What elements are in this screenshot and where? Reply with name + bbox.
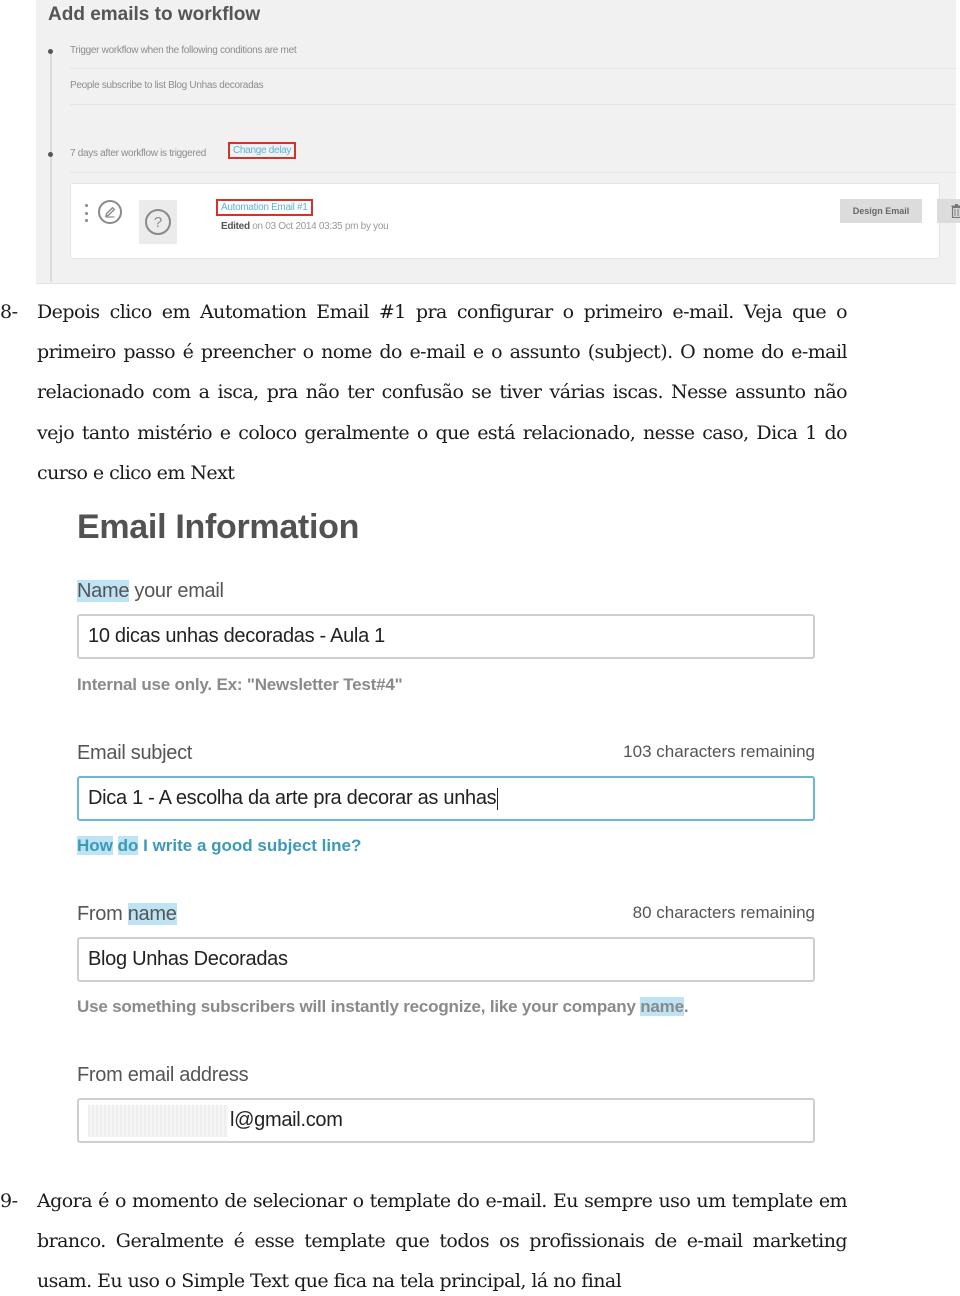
link-space <box>113 836 118 855</box>
email-name-input[interactable]: 10 dicas unhas decoradas - Aula 1 <box>77 614 815 659</box>
redacted-blur <box>88 1104 228 1137</box>
trigger-label: Trigger workflow when the following cond… <box>70 45 297 56</box>
input-value: Blog Unhas Decoradas <box>88 948 288 970</box>
timeline-bullet <box>48 49 53 54</box>
timeline-line <box>50 50 52 282</box>
step-9-text: Agora é o momento de selecionar o templa… <box>37 1190 848 1293</box>
text-cursor <box>497 787 499 810</box>
edited-info: Edited on 03 Oct 2014 03:35 pm by you <box>221 221 389 232</box>
drag-handle-icon[interactable] <box>84 204 88 222</box>
automation-email-link[interactable]: Automation Email #1 <box>216 199 313 216</box>
divider <box>70 68 956 69</box>
email-subject-input[interactable]: Dica 1 - A escolha da arte pra decorar a… <box>77 776 815 821</box>
label-text: your email <box>129 580 224 602</box>
input-value: l@gmail.com <box>230 1109 343 1131</box>
email-information-form: Email Information Name your email 10 dic… <box>60 498 840 1158</box>
delete-email-button[interactable] <box>937 199 960 223</box>
link-text: I write a good subject line? <box>138 836 362 855</box>
divider <box>70 104 956 105</box>
subject-field-label: Email subject <box>77 742 193 764</box>
timeline-bullet <box>48 152 53 157</box>
name-field-label: Name your email <box>77 580 224 603</box>
question-mark-icon: ? <box>145 209 171 235</box>
step-number: 9- <box>0 1190 18 1212</box>
from-name-help: Use something subscribers will instantly… <box>77 997 689 1017</box>
design-email-button[interactable]: Design Email <box>840 199 922 223</box>
delay-label: 7 days after workflow is triggered <box>70 148 206 159</box>
label-highlight: Name <box>77 580 130 602</box>
from-email-input[interactable]: l@gmail.com <box>77 1098 815 1143</box>
help-text: Use something subscribers will instantly… <box>77 997 641 1016</box>
link-highlight: How <box>77 836 113 855</box>
input-value: 10 dicas unhas decoradas - Aula 1 <box>88 625 385 647</box>
link-highlight: do <box>117 836 139 855</box>
email-card: ? Automation Email #1 Edited on 03 Oct 2… <box>70 183 960 259</box>
email-thumbnail[interactable]: ? <box>139 200 177 244</box>
label-highlight: name <box>127 903 177 925</box>
form-title: Email Information <box>77 508 360 546</box>
help-highlight: name <box>640 997 684 1016</box>
from-name-input[interactable]: Blog Unhas Decoradas <box>77 937 815 982</box>
subject-help-link[interactable]: How do I write a good subject line? <box>77 836 361 856</box>
step-8-text: Depois clico em Automation Email #1 pra … <box>37 301 848 484</box>
trash-icon <box>951 204 960 218</box>
edited-label: Edited <box>221 221 250 232</box>
workflow-title: Add emails to workflow <box>48 4 261 25</box>
edited-date: on 03 Oct 2014 03:35 pm by you <box>252 221 389 232</box>
label-text: From <box>77 903 128 925</box>
from-name-char-counter: 80 characters remaining <box>632 903 815 922</box>
pencil-icon[interactable] <box>98 200 122 224</box>
from-name-field-label: From name <box>77 903 177 926</box>
name-field-help: Internal use only. Ex: "Newsletter Test#… <box>77 675 403 694</box>
divider <box>70 172 956 173</box>
help-end: . <box>683 997 689 1016</box>
input-value: Dica 1 - A escolha da arte pra decorar a… <box>88 787 497 809</box>
step-number: 8- <box>0 301 18 323</box>
change-delay-link[interactable]: Change delay <box>228 142 297 159</box>
trigger-condition: People subscribe to list Blog Unhas deco… <box>70 80 264 91</box>
subject-char-counter: 103 characters remaining <box>623 742 815 761</box>
from-email-field-label: From email address <box>77 1064 249 1086</box>
workflow-screenshot: Add emails to workflow Trigger workflow … <box>36 0 960 284</box>
